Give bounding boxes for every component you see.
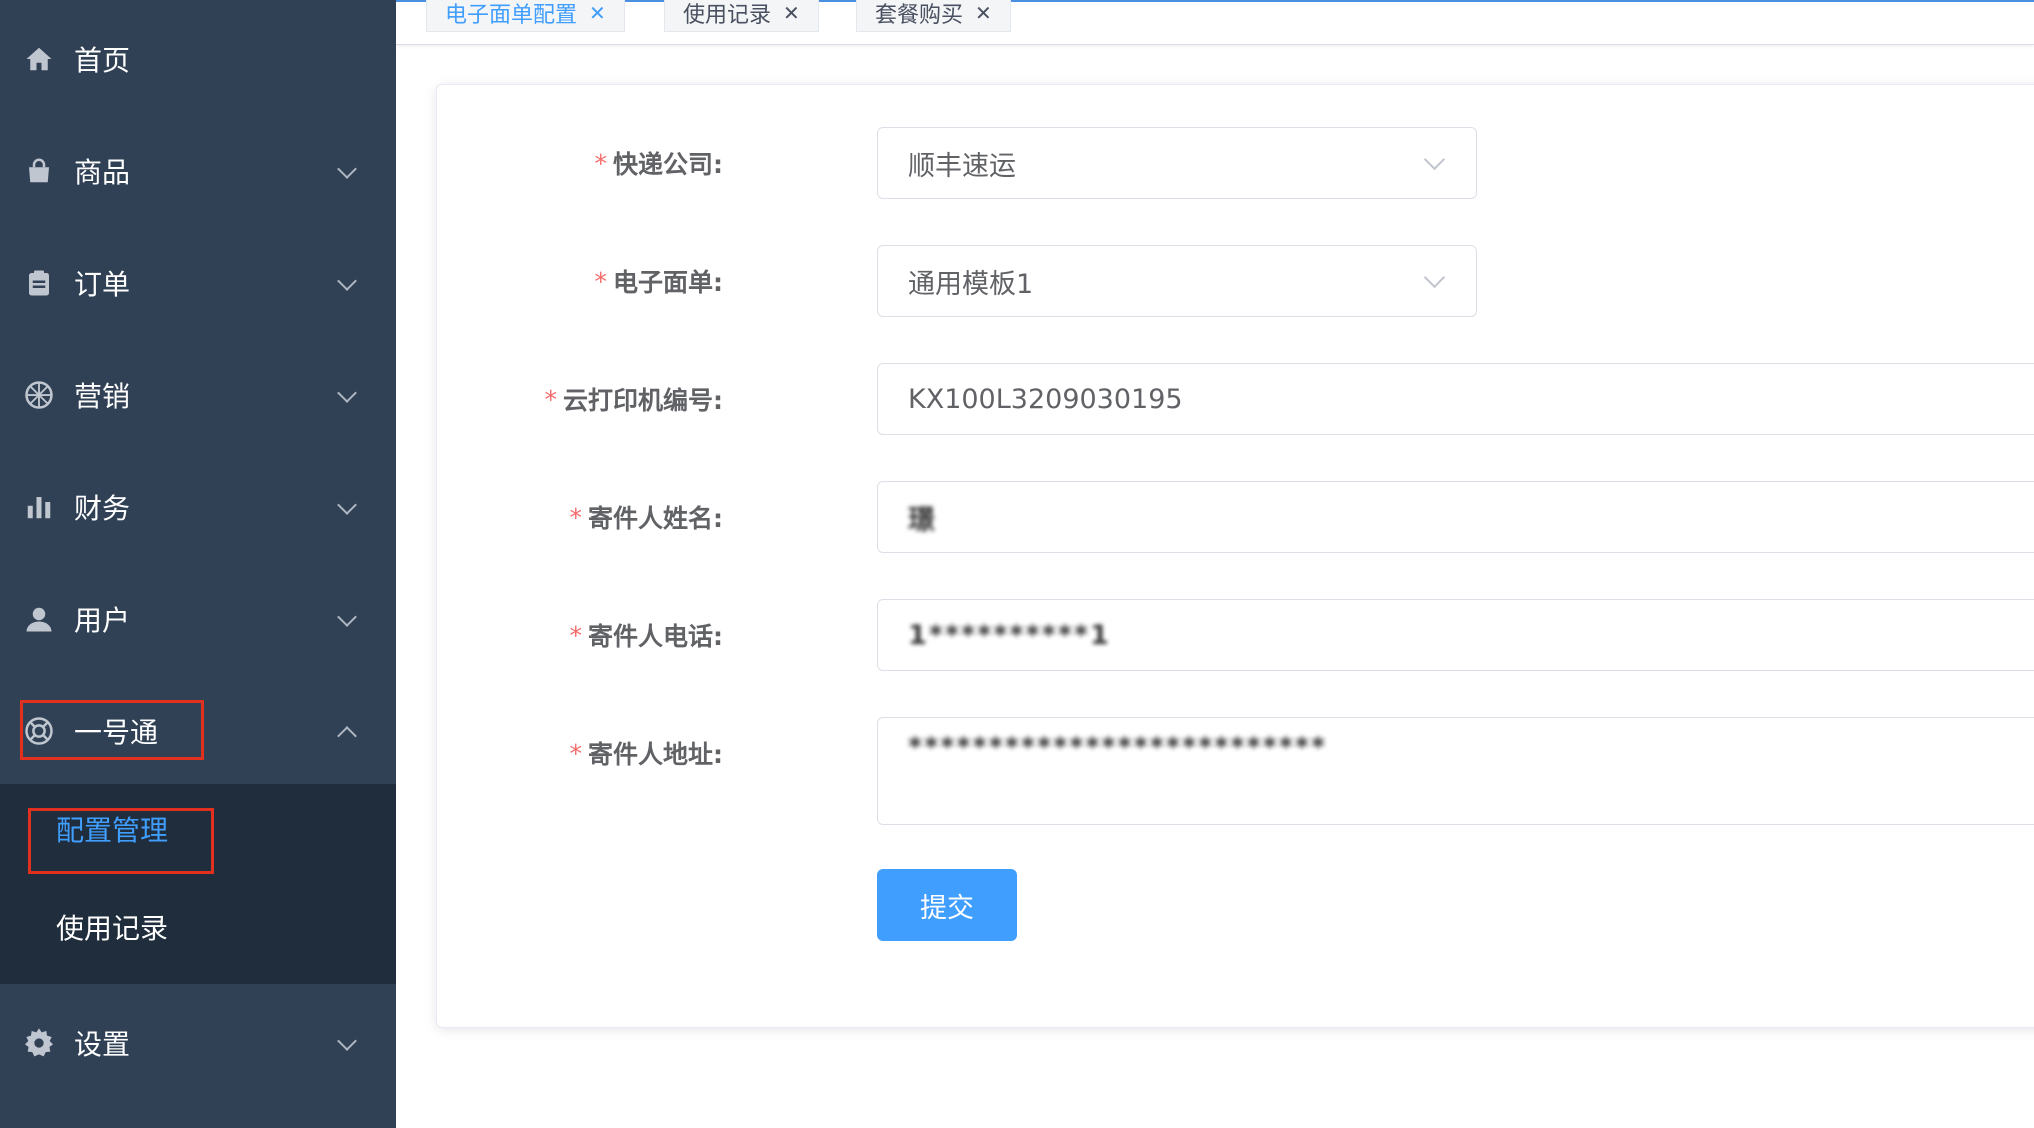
sender-name-label: * 寄件人姓名:	[569, 502, 724, 534]
menu-label-settings: 设置	[74, 1028, 131, 1061]
submenu-item-usage-records[interactable]: 使用记录	[0, 882, 396, 972]
sender-phone-input[interactable]: 1**********1	[877, 599, 2034, 671]
submenu-label-usage-records: 使用记录	[56, 912, 169, 945]
required-mark: *	[569, 502, 583, 532]
waybill-template-select[interactable]: 通用模板1	[877, 245, 1477, 317]
menu-label-marketing: 营销	[74, 380, 131, 413]
menu-label-yihaotong: 一号通	[74, 716, 159, 749]
tags-view-bar: 电子面单配置 ✕ 使用记录 ✕ 套餐购买 ✕	[396, 0, 2034, 45]
chevron-up-icon	[337, 726, 357, 746]
courier-label: * 快递公司:	[594, 148, 724, 180]
required-mark: *	[544, 384, 558, 414]
main-content: 电子面单配置 ✕ 使用记录 ✕ 套餐购买 ✕ * 快递公司: 顺丰速运 * 电子面单…	[396, 0, 2034, 1128]
courier-value: 顺丰速运	[908, 150, 1016, 182]
submenu-yihaotong: 配置管理 使用记录	[0, 784, 396, 984]
waybill-label: * 电子面单:	[594, 266, 724, 298]
required-mark: *	[594, 148, 608, 178]
sender-address-textarea[interactable]: **************************	[877, 717, 2034, 825]
chevron-down-icon	[1423, 148, 1446, 171]
sender-phone-label: * 寄件人电话:	[569, 620, 724, 652]
menu-item-products[interactable]: 商品	[0, 126, 396, 216]
menu-item-orders[interactable]: 订单	[0, 238, 396, 328]
tag-label: 电子面单配置	[445, 2, 578, 28]
menu-label-orders: 订单	[74, 268, 131, 301]
printer-value: KX100L3209030195	[908, 383, 1183, 415]
submit-button[interactable]: 提交	[877, 869, 1017, 941]
chevron-down-icon	[337, 1031, 357, 1051]
chevron-down-icon	[1423, 266, 1446, 289]
menu-item-finance[interactable]: 财务	[0, 462, 396, 552]
menu-label-users: 用户	[74, 604, 131, 637]
user-icon	[22, 602, 56, 636]
tag-label: 使用记录	[683, 2, 772, 28]
menu-label-finance: 财务	[74, 492, 131, 525]
chevron-down-icon	[337, 383, 357, 403]
menu-label-home: 首页	[74, 44, 131, 77]
sender-address-value: **************************	[908, 732, 1328, 763]
aperture-icon	[22, 378, 56, 412]
sidebar: 首页 商品 订单 营销 财务 用户 一号通 配置管理 使用记录 设置	[0, 0, 396, 1128]
submenu-label-config: 配置管理	[56, 814, 169, 847]
home-icon	[22, 42, 56, 76]
lifebuoy-icon	[22, 714, 56, 748]
gear-icon	[22, 1026, 56, 1060]
tag-waybill-config[interactable]: 电子面单配置 ✕	[426, 0, 625, 32]
bar-chart-icon	[22, 490, 56, 524]
top-accent-line	[396, 0, 2034, 2]
chevron-down-icon	[337, 271, 357, 291]
close-icon[interactable]: ✕	[589, 1, 606, 25]
menu-label-products: 商品	[74, 156, 131, 189]
waybill-value: 通用模板1	[908, 268, 1034, 300]
sender-name-input[interactable]: 璟	[877, 481, 2034, 553]
tag-label: 套餐购买	[875, 2, 964, 28]
chevron-down-icon	[337, 607, 357, 627]
tag-package-purchase[interactable]: 套餐购买 ✕	[856, 0, 1011, 32]
sender-phone-value: 1**********1	[908, 619, 1111, 651]
sender-address-label: * 寄件人地址:	[569, 738, 724, 770]
printer-label: * 云打印机编号:	[544, 384, 724, 416]
menu-item-yihaotong[interactable]: 一号通	[0, 686, 396, 776]
required-mark: *	[569, 620, 583, 650]
menu-item-users[interactable]: 用户	[0, 574, 396, 664]
printer-number-input[interactable]: KX100L3209030195	[877, 363, 2034, 435]
sender-name-value: 璟	[908, 504, 937, 536]
menu-item-marketing[interactable]: 营销	[0, 350, 396, 440]
menu-item-settings[interactable]: 设置	[0, 998, 396, 1088]
chevron-down-icon	[337, 159, 357, 179]
shopping-bag-icon	[22, 154, 56, 188]
required-mark: *	[569, 738, 583, 768]
tag-usage-records[interactable]: 使用记录 ✕	[664, 0, 819, 32]
submenu-item-config[interactable]: 配置管理	[0, 784, 396, 874]
close-icon[interactable]: ✕	[975, 1, 992, 25]
courier-select[interactable]: 顺丰速运	[877, 127, 1477, 199]
chevron-down-icon	[337, 495, 357, 515]
close-icon[interactable]: ✕	[783, 1, 800, 25]
required-mark: *	[594, 266, 608, 296]
form-card: * 快递公司: 顺丰速运 * 电子面单: 通用模板1 * 云打印机编号: KX100L…	[436, 84, 2034, 1028]
menu-item-home[interactable]: 首页	[0, 14, 396, 104]
clipboard-icon	[22, 266, 56, 300]
